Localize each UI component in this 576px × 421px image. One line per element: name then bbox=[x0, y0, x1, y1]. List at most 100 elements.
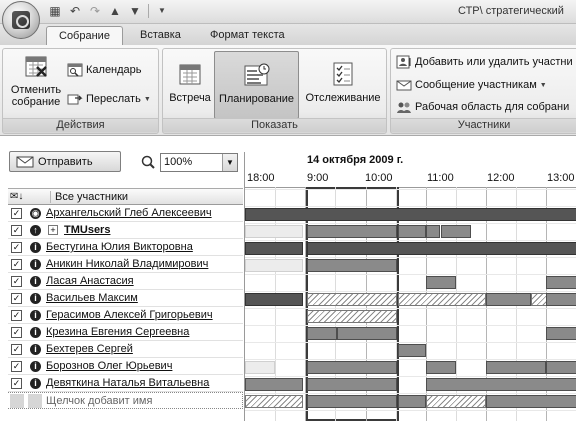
add-attendee-row[interactable]: Щелчок добавит имя bbox=[8, 392, 243, 409]
row-gridline bbox=[245, 291, 576, 292]
tab-insert[interactable]: Вставка bbox=[140, 26, 181, 45]
attendee-name[interactable]: Борознов Олег Юрьевич bbox=[46, 360, 172, 372]
expand-group-icon[interactable]: + bbox=[48, 225, 58, 235]
appointment-view-button[interactable]: Встреча bbox=[167, 53, 213, 119]
busy-time-block bbox=[398, 344, 426, 357]
attendee-checkbox[interactable]: ✓ bbox=[11, 310, 22, 321]
attendee-name[interactable]: Крезина Евгения Сергеевна bbox=[46, 326, 189, 338]
zoom-select[interactable]: 100% ▼ bbox=[160, 153, 238, 172]
calendar-icon bbox=[67, 63, 83, 77]
down-arrow-icon[interactable]: ▼ bbox=[128, 4, 142, 18]
add-remove-participants-button[interactable]: Добавить или удалить участни bbox=[396, 55, 573, 69]
attendee-info-icon[interactable]: i bbox=[30, 327, 41, 338]
meeting-workspace-button[interactable]: Рабочая область для собрани bbox=[396, 100, 569, 114]
attendee-name[interactable]: Бехтерев Сергей bbox=[46, 343, 133, 355]
attendee-row[interactable]: ✓ i Девяткина Наталья Витальевна bbox=[8, 375, 243, 392]
zoom-dropdown-icon[interactable]: ▼ bbox=[222, 154, 237, 171]
attendee-info-icon[interactable]: i bbox=[30, 361, 41, 372]
attendee-row[interactable]: ✓ i Борознов Олег Юрьевич bbox=[8, 358, 243, 375]
scheduling-icon bbox=[244, 63, 269, 86]
forward-dropdown-icon[interactable]: ▼ bbox=[144, 96, 151, 103]
attendee-checkbox[interactable]: ✓ bbox=[11, 242, 22, 253]
tab-meeting[interactable]: Собрание bbox=[46, 26, 123, 45]
calendar-button[interactable]: Календарь bbox=[67, 63, 142, 77]
attendee-info-icon[interactable]: i bbox=[30, 310, 41, 321]
attendee-name[interactable]: Архангельский Глеб Алексеевич bbox=[46, 207, 212, 219]
attendee-checkbox[interactable]: ✓ bbox=[11, 259, 22, 270]
row-gridline bbox=[245, 240, 576, 241]
attendee-list-header: ✉↓ Все участники bbox=[8, 188, 243, 205]
attendee-row[interactable]: ✓ i Крезина Евгения Сергеевна bbox=[8, 324, 243, 341]
busy-time-block bbox=[398, 395, 426, 408]
group-actions-label: Действия bbox=[3, 118, 158, 132]
message-dropdown-icon[interactable]: ▼ bbox=[540, 82, 547, 89]
attendee-row[interactable]: ✓ i Бехтерев Сергей bbox=[8, 341, 243, 358]
forward-button[interactable]: Переслать ▼ bbox=[67, 92, 151, 106]
message-participants-button[interactable]: Сообщение участникам ▼ bbox=[396, 78, 547, 92]
attendee-info-icon[interactable]: i bbox=[30, 242, 41, 253]
busy-time-block bbox=[307, 259, 397, 272]
ribbon-tab-bar: Собрание Вставка Формат текста bbox=[0, 24, 576, 45]
redo-icon[interactable]: ↷ bbox=[88, 4, 102, 18]
required-attendee-icon[interactable]: ↑ bbox=[30, 225, 41, 236]
busy-time-block bbox=[245, 378, 303, 391]
add-remove-participants-label: Добавить или удалить участни bbox=[415, 56, 573, 68]
send-icon bbox=[16, 156, 34, 167]
attendee-checkbox[interactable]: ✓ bbox=[11, 208, 22, 219]
attendee-row[interactable]: ✓ ↑ + TMUsers bbox=[8, 222, 243, 239]
attendee-name[interactable]: Герасимов Алексей Григорьевич bbox=[46, 309, 213, 321]
attendee-name[interactable]: Ласая Анастасия bbox=[46, 275, 134, 287]
attendee-info-icon[interactable]: i bbox=[30, 344, 41, 355]
attendee-checkbox[interactable]: ✓ bbox=[11, 225, 22, 236]
attendee-checkbox[interactable]: ✓ bbox=[11, 361, 22, 372]
busy-time-block bbox=[307, 327, 337, 340]
qat-customize-icon[interactable]: ▼ bbox=[155, 4, 169, 18]
attendee-row[interactable]: ✓ i Аникин Николай Владимирович bbox=[8, 256, 243, 273]
attendee-info-icon[interactable]: i bbox=[30, 259, 41, 270]
scheduling-view-button[interactable]: Планирование bbox=[214, 51, 299, 119]
attendee-row[interactable]: ✓ i Герасимов Алексей Григорьевич bbox=[8, 307, 243, 324]
organizer-icon[interactable]: ◉ bbox=[30, 208, 41, 219]
tracking-view-button[interactable]: Отслеживание bbox=[301, 53, 385, 119]
attendee-info-icon[interactable]: i bbox=[30, 293, 41, 304]
tentative-time-block bbox=[245, 395, 303, 408]
busy-time-block bbox=[426, 225, 440, 238]
attendee-name[interactable]: TMUsers bbox=[64, 224, 110, 236]
attendee-info-icon[interactable]: i bbox=[30, 378, 41, 389]
save-icon[interactable]: ▦ bbox=[48, 4, 62, 18]
attendee-info-icon[interactable]: i bbox=[30, 276, 41, 287]
add-attendee-placeholder[interactable]: Щелчок добавит имя bbox=[46, 395, 152, 407]
attendee-checkbox[interactable]: ✓ bbox=[11, 378, 22, 389]
attendee-checkbox[interactable]: ✓ bbox=[11, 276, 22, 287]
undo-icon[interactable]: ↶ bbox=[68, 4, 82, 18]
hour-label: 11:00 bbox=[427, 172, 454, 184]
scheduling-grid[interactable]: 14 октября 2009 г. 18:00 9:00 10:00 11:00 12… bbox=[244, 152, 576, 421]
tab-format-text[interactable]: Формат текста bbox=[210, 26, 285, 45]
busy-time-block bbox=[486, 395, 576, 408]
send-button[interactable]: Отправить bbox=[9, 151, 121, 172]
busy-time-block bbox=[245, 293, 303, 306]
row-gridline bbox=[245, 393, 576, 394]
row-gridline bbox=[245, 189, 576, 190]
attendee-name[interactable]: Аникин Николай Владимирович bbox=[46, 258, 208, 270]
appointment-view-label: Встреча bbox=[169, 92, 211, 104]
attendee-checkbox[interactable]: ✓ bbox=[11, 293, 22, 304]
all-attendees-header[interactable]: Все участники bbox=[50, 191, 128, 203]
attendee-name[interactable]: Бестугина Юлия Викторовна bbox=[46, 241, 193, 253]
cancel-meeting-button[interactable]: Отменить собрание bbox=[7, 53, 65, 119]
tracking-icon bbox=[333, 62, 353, 86]
attendee-checkbox[interactable]: ✓ bbox=[11, 327, 22, 338]
attendee-name[interactable]: Васильев Максим bbox=[46, 292, 138, 304]
busy-time-block bbox=[307, 378, 397, 391]
tentative-time-block bbox=[307, 310, 397, 323]
window-title: СТР\ стратегический bbox=[458, 5, 564, 17]
attendee-row[interactable]: ✓ i Бестугина Юлия Викторовна bbox=[8, 239, 243, 256]
office-button[interactable] bbox=[2, 1, 40, 39]
attendee-row[interactable]: ✓ i Васильев Максим bbox=[8, 290, 243, 307]
attendee-name[interactable]: Девяткина Наталья Витальевна bbox=[46, 377, 209, 389]
attendee-row[interactable]: ✓ i Ласая Анастасия bbox=[8, 273, 243, 290]
envelope-sort-icon[interactable]: ✉↓ bbox=[10, 191, 28, 203]
up-arrow-icon[interactable]: ▲ bbox=[108, 4, 122, 18]
attendee-row[interactable]: ✓ ◉ Архангельский Глеб Алексеевич bbox=[8, 205, 243, 222]
attendee-checkbox[interactable]: ✓ bbox=[11, 344, 22, 355]
